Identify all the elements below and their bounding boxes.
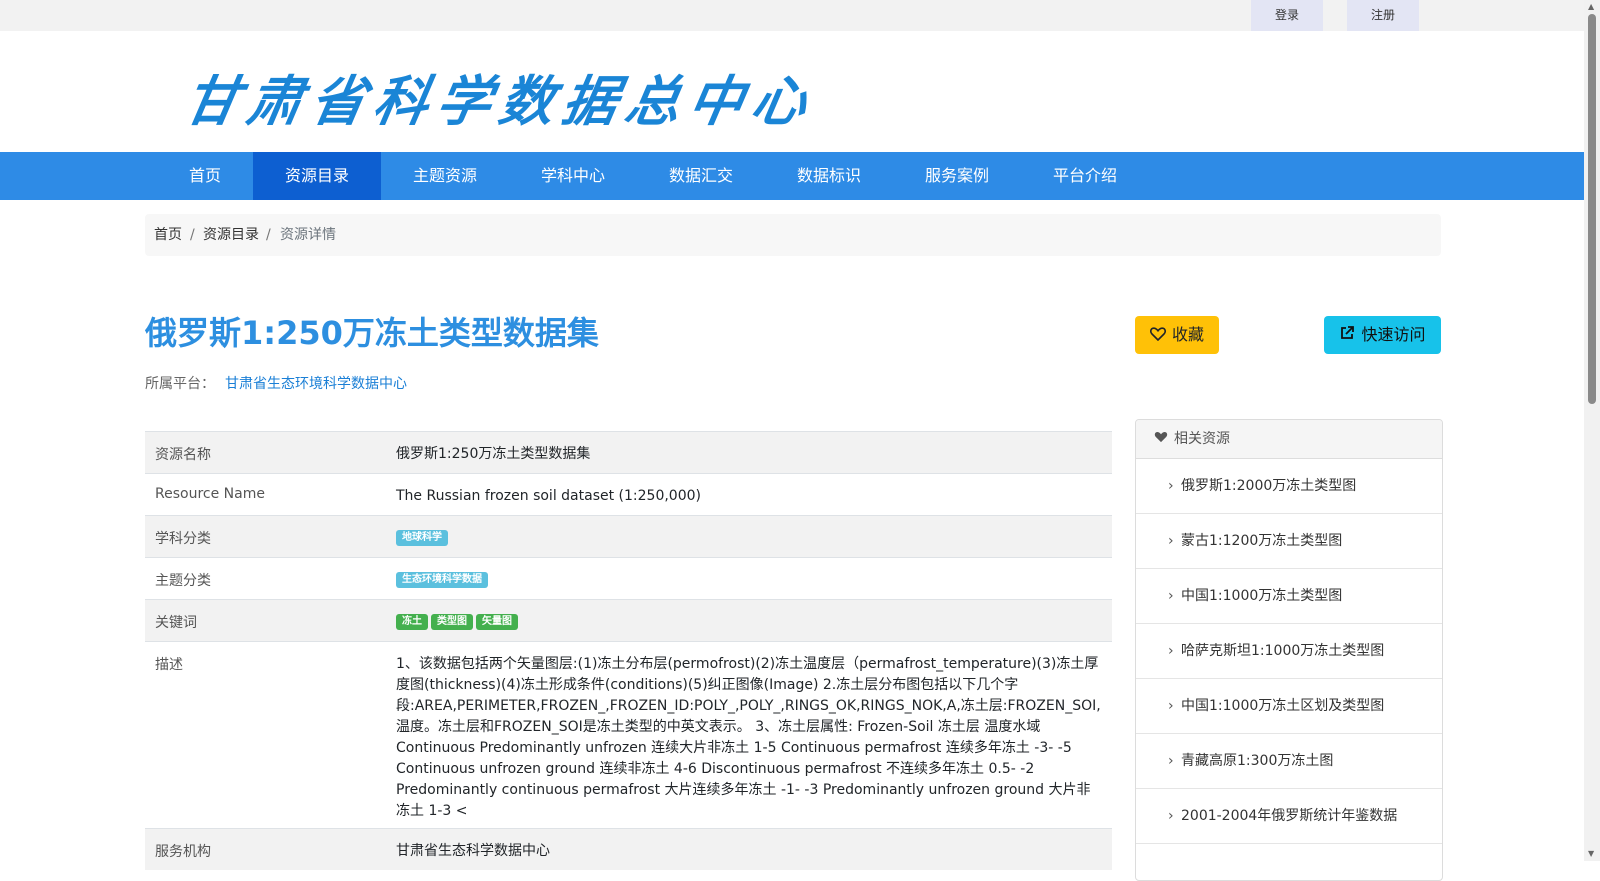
related-item[interactable]: › 哈萨克斯坦1:1000万冻土类型图 [1136,624,1442,679]
nav-item-themes[interactable]: 主题资源 [381,152,509,200]
chevron-right-icon: › [1168,533,1174,549]
breadcrumb-catalog[interactable]: 资源目录 [203,214,259,256]
row-value: 俄罗斯1:250万冻土类型数据集 [396,446,591,462]
chevron-right-icon: › [1168,753,1174,769]
row-key: 描述 [155,657,183,673]
breadcrumb-current: 资源详情 [280,227,336,243]
scrollbar-thumb[interactable] [1588,14,1596,404]
row-value: The Russian frozen soil dataset (1:250,0… [396,488,701,504]
table-row: 主题分类 生态环境科学数据 [145,557,1112,599]
related-item-label: 俄罗斯1:2000万冻土类型图 [1181,478,1357,494]
table-row: 关键词 冻土 类型图 矢量图 [145,599,1112,641]
related-item-label: 青藏高原1:300万冻土图 [1181,753,1334,769]
favorite-button[interactable]: 收藏 [1135,316,1219,354]
table-row: Resource Name The Russian frozen soil da… [145,473,1112,515]
table-row: 描述 1、该数据包括两个矢量图层:(1)冻土分布层(permofrost)(2)… [145,641,1112,828]
favorite-label: 收藏 [1171,325,1204,344]
heart-icon [1154,420,1168,458]
discipline-tag[interactable]: 地球科学 [396,530,448,546]
related-item[interactable]: › 蒙古1:1200万冻土类型图 [1136,514,1442,569]
breadcrumb-separator: / [190,227,195,243]
keyword-tag[interactable]: 矢量图 [476,614,518,630]
row-value: 甘肃省生态科学数据中心 [396,843,550,859]
page-title: 俄罗斯1:250万冻土类型数据集 [145,314,599,352]
related-item[interactable]: › 俄罗斯1:2000万冻土类型图 [1136,459,1442,514]
nav-item-data-submission[interactable]: 数据汇交 [637,152,765,200]
table-row: 资源名称 俄罗斯1:250万冻土类型数据集 [145,431,1112,473]
main-nav: 首页 资源目录 主题资源 学科中心 数据汇交 数据标识 服务案例 平台介绍 [0,152,1584,200]
platform-link[interactable]: 甘肃省生态环境科学数据中心 [225,376,407,392]
scroll-down-icon[interactable]: ▼ [1588,849,1594,858]
page-scrollbar[interactable]: ▲ ▼ [1584,0,1600,861]
nav-item-service-cases[interactable]: 服务案例 [893,152,1021,200]
related-item[interactable] [1136,844,1442,880]
chevron-right-icon: › [1168,808,1174,824]
nav-item-about[interactable]: 平台介绍 [1021,152,1149,200]
site-logo[interactable]: 甘肃省科学数据总中心 [179,57,823,136]
related-item[interactable]: › 青藏高原1:300万冻土图 [1136,734,1442,789]
nav-item-catalog[interactable]: 资源目录 [253,152,381,200]
platform-label: 所属平台： [145,376,215,392]
row-value: 地球科学 [396,516,1112,559]
related-item[interactable]: › 中国1:1000万冻土区划及类型图 [1136,679,1442,734]
related-header: 相关资源 [1136,420,1442,459]
table-row: 服务机构 甘肃省生态科学数据中心 [145,828,1112,870]
quick-visit-button[interactable]: 快速访问 [1324,316,1441,354]
chevron-right-icon: › [1168,698,1174,714]
breadcrumb: 首页 / 资源目录 / 资源详情 [145,214,1441,256]
row-value: 生态环境科学数据 [396,558,1112,601]
nav-item-disciplines[interactable]: 学科中心 [509,152,637,200]
login-link[interactable]: 登录 [1251,0,1323,31]
breadcrumb-home[interactable]: 首页 [154,214,182,256]
row-key: 关键词 [155,615,197,631]
external-link-icon [1339,317,1355,355]
related-item[interactable]: › 2001-2004年俄罗斯统计年鉴数据 [1136,789,1442,844]
platform-info: 所属平台： 甘肃省生态环境科学数据中心 [145,373,407,393]
row-key: Resource Name [155,486,265,502]
table-row: 学科分类 地球科学 [145,515,1112,557]
related-item-label: 哈萨克斯坦1:1000万冻土类型图 [1181,643,1385,659]
related-item-label: 蒙古1:1200万冻土类型图 [1181,533,1343,549]
breadcrumb-separator: / [266,227,271,243]
top-bar: 登录 注册 [0,0,1584,31]
theme-tag[interactable]: 生态环境科学数据 [396,572,488,588]
nav-item-home[interactable]: 首页 [141,152,269,200]
row-key: 服务机构 [155,844,211,860]
keyword-tag[interactable]: 类型图 [431,614,473,630]
related-resources-panel: 相关资源 › 俄罗斯1:2000万冻土类型图 › 蒙古1:1200万冻土类型图 › 中… [1135,419,1443,881]
chevron-right-icon: › [1168,643,1174,659]
row-key: 资源名称 [155,447,211,463]
row-key: 主题分类 [155,573,211,589]
heart-icon [1149,317,1166,355]
detail-table: 资源名称 俄罗斯1:250万冻土类型数据集 Resource Name The … [145,431,1112,870]
related-item-label: 2001-2004年俄罗斯统计年鉴数据 [1181,808,1398,824]
chevron-right-icon: › [1168,588,1174,604]
chevron-right-icon: › [1168,478,1174,494]
register-link[interactable]: 注册 [1347,0,1419,31]
related-item-label: 中国1:1000万冻土类型图 [1181,588,1343,604]
row-value: 冻土 类型图 矢量图 [396,600,1112,643]
related-title: 相关资源 [1174,431,1230,447]
quick-visit-label: 快速访问 [1361,325,1426,344]
header: 甘肃省科学数据总中心 [0,31,1584,152]
nav-item-data-identifier[interactable]: 数据标识 [765,152,893,200]
description-text: 1、该数据包括两个矢量图层:(1)冻土分布层(permofrost)(2)冻土温… [396,656,1101,819]
scroll-up-icon[interactable]: ▲ [1588,2,1594,11]
keyword-tag[interactable]: 冻土 [396,614,428,630]
related-item-label: 中国1:1000万冻土区划及类型图 [1181,698,1385,714]
row-key: 学科分类 [155,531,211,547]
related-item[interactable]: › 中国1:1000万冻土类型图 [1136,569,1442,624]
